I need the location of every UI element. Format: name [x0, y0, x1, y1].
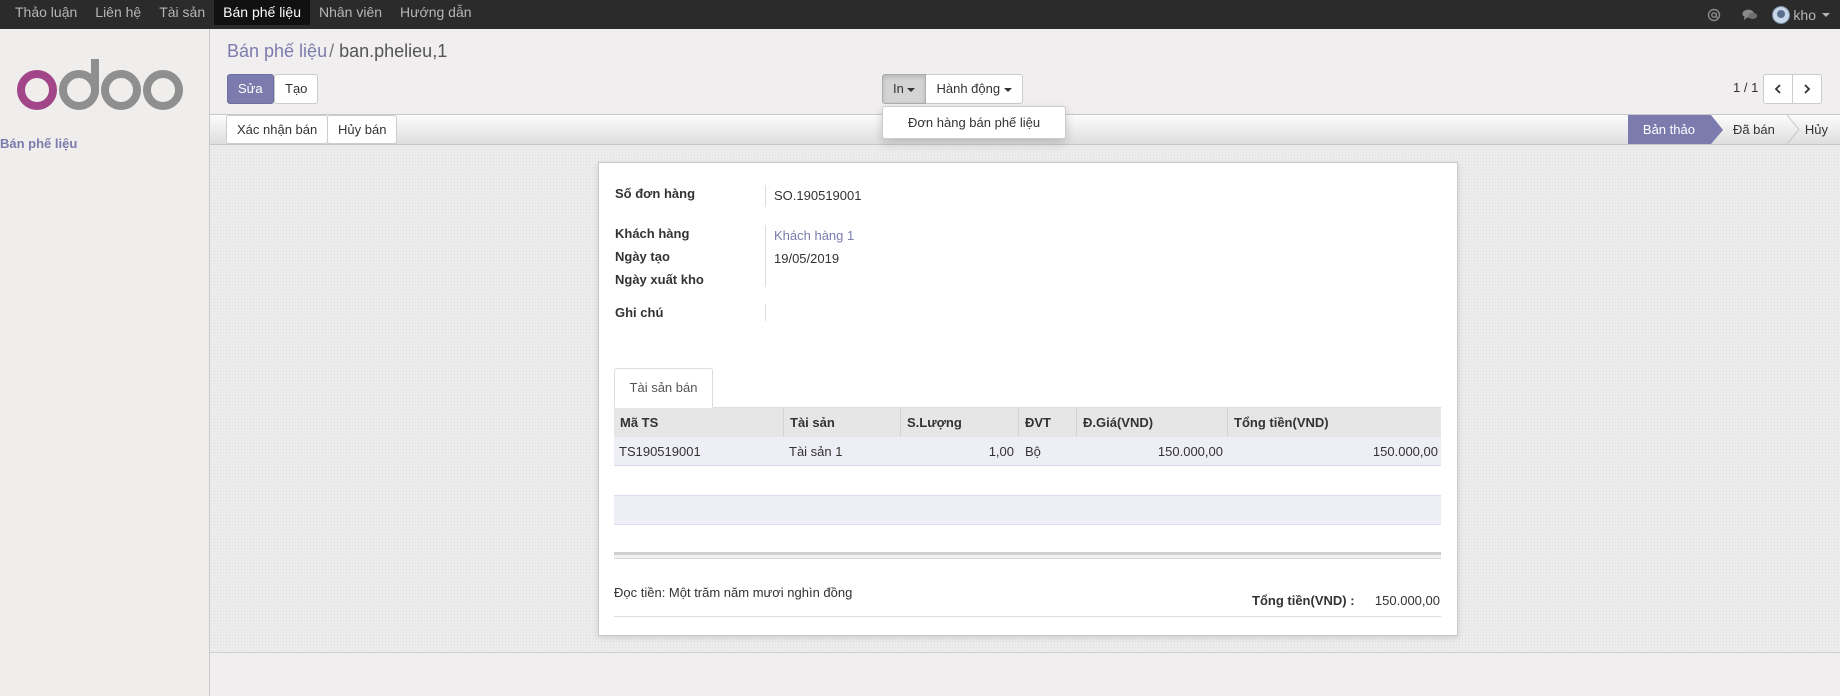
top-right-menu: kho [1698, 0, 1840, 29]
export-date-label: Ngày xuất kho [615, 272, 704, 287]
stage-bar: Bản thảo Đã bán Hủy [1627, 115, 1840, 144]
print-button[interactable]: In [882, 74, 927, 104]
table-row[interactable]: TS190519001 Tài sản 1 1,00 Bộ 150.000,00… [614, 437, 1441, 466]
chevron-down-icon [1003, 87, 1012, 92]
customer-link[interactable]: Khách hàng 1 [774, 228, 854, 243]
table-cell: 1,00 [988, 444, 1014, 459]
print-menu-item[interactable]: Đơn hàng bán phế liệu [883, 111, 1065, 134]
note-label: Ghi chú [615, 305, 664, 320]
breadcrumb-parent[interactable]: Bán phế liệu [227, 41, 327, 61]
table-row-empty [614, 495, 1441, 525]
pager-value[interactable]: 1 / 1 [1733, 80, 1758, 95]
at-icon[interactable] [1706, 7, 1722, 23]
stage-draft[interactable]: Bản thảo [1627, 115, 1724, 144]
chevron-left-icon [1774, 84, 1781, 94]
created-date-label: Ngày tạo [615, 249, 670, 264]
top-nav-item-huong-dan[interactable]: Hướng dẫn [391, 0, 480, 25]
column-header[interactable]: ĐVT [1019, 408, 1077, 438]
order-number-label: Số đơn hàng [615, 186, 696, 201]
amount-in-words: Đọc tiền: Một trăm năm mươi nghìn đồng [614, 585, 853, 600]
column-header[interactable]: S.Lượng [901, 408, 1019, 438]
chevron-right-icon [1804, 84, 1811, 94]
confirm-sale-button[interactable]: Xác nhận bán [226, 115, 329, 144]
column-header[interactable]: Mã TS [614, 408, 784, 438]
table-header: Mã TS Tài sản S.Lượng ĐVT Đ.Giá(VND) Tổn… [614, 407, 1441, 438]
table-cell: 150.000,00 [1372, 444, 1438, 459]
top-nav-item-ban-phe-lieu[interactable]: Bán phế liệu [214, 0, 310, 25]
column-header[interactable]: Tài sản [784, 408, 901, 438]
create-button[interactable]: Tạo [274, 74, 319, 104]
sidebar-actions: In Hành động [882, 74, 1023, 104]
top-nav: Thảo luận Liên hệ Tài sản Bán phế liệu N… [6, 0, 481, 29]
sidebar: Bán phế liệu [0, 29, 210, 696]
pager-previous-button[interactable] [1763, 74, 1793, 104]
table-cell: Bộ [1025, 444, 1041, 459]
divider [765, 185, 766, 207]
column-header[interactable]: Tổng tiền(VND) [1228, 408, 1441, 438]
stage-cancelled[interactable]: Hủy [1801, 115, 1840, 144]
breadcrumb: Bán phế liệu / ban.phelieu,1 [227, 41, 447, 62]
top-nav-item-thao-luan[interactable]: Thảo luận [6, 0, 86, 25]
order-number-value: SO.190519001 [774, 188, 862, 203]
top-nav-item-tai-san[interactable]: Tài sản [150, 0, 214, 25]
main-content: Bán phế liệu / ban.phelieu,1 Sửa Tạo In Hà… [210, 29, 1840, 696]
odoo-logo[interactable] [15, 59, 185, 114]
print-label: In [893, 81, 904, 96]
top-nav-item-nhan-vien[interactable]: Nhân viên [310, 0, 391, 25]
sidebar-item-ban-phe-lieu[interactable]: Bán phế liệu [0, 136, 77, 151]
chevron-down-icon[interactable] [1822, 12, 1830, 17]
pager-next-button[interactable] [1792, 74, 1822, 104]
tab-tai-san-ban[interactable]: Tài sản bán [614, 368, 713, 408]
edit-button[interactable]: Sửa [227, 74, 274, 104]
action-label: Hành động [936, 81, 1001, 96]
table-cell: 150.000,00 [1157, 444, 1223, 459]
breadcrumb-current: ban.phelieu,1 [339, 41, 448, 61]
print-dropdown-menu: Đơn hàng bán phế liệu [882, 106, 1066, 139]
avatar[interactable] [1772, 5, 1791, 24]
top-bar: Thảo luận Liên hệ Tài sản Bán phế liệu N… [0, 0, 1840, 29]
table-cell: TS190519001 [619, 444, 701, 459]
divider [765, 225, 766, 287]
column-header[interactable]: Đ.Giá(VND) [1077, 408, 1228, 438]
total-label: Tổng tiền(VND) : [1252, 593, 1355, 608]
action-button[interactable]: Hành động [926, 74, 1023, 104]
control-panel: Bán phế liệu / ban.phelieu,1 Sửa Tạo In Hà… [210, 29, 1840, 139]
divider [614, 616, 1441, 617]
total-value: 150.000,00 [1374, 593, 1440, 608]
divider [765, 304, 766, 321]
user-name[interactable]: kho [1793, 7, 1816, 23]
chevron-down-icon [907, 87, 916, 92]
chat-icon[interactable] [1742, 7, 1758, 23]
created-date-value: 19/05/2019 [774, 251, 840, 266]
breadcrumb-separator: / [329, 41, 335, 61]
stage-separator-icon [1786, 115, 1800, 144]
form-sheet: Số đơn hàng SO.190519001 Khách hàng Khác… [598, 162, 1458, 636]
customer-label: Khách hàng [615, 226, 690, 241]
cancel-sale-button[interactable]: Hủy bán [327, 115, 398, 144]
top-nav-item-lien-he[interactable]: Liên hệ [86, 0, 150, 25]
table-footer [614, 552, 1441, 559]
table-cell: Tài sản 1 [789, 444, 843, 459]
